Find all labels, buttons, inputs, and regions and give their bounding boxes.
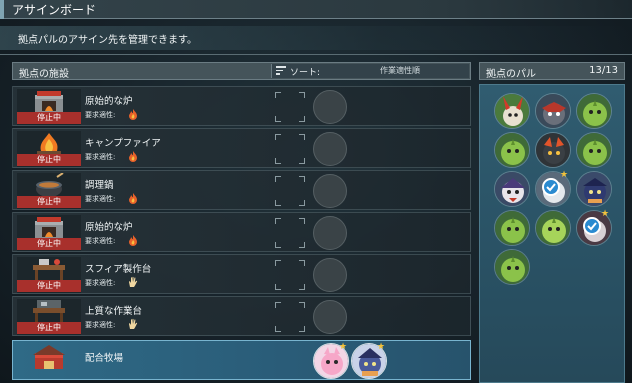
required-skill-label: 要求適性:	[85, 321, 116, 329]
header-divider	[0, 54, 632, 55]
page-description: 拠点パルのアサイン先を管理できます。	[18, 35, 197, 46]
sort-label: ソート:	[290, 68, 321, 78]
pal-panel-title: 拠点のパル	[486, 69, 536, 80]
title-accent	[0, 0, 4, 19]
facility-row-sphere-workbench[interactable]: 停止中 スフィア製作台 要求適性:	[12, 254, 471, 294]
facility-row-primitive-furnace[interactable]: 停止中 原始的な炉 要求適性:	[12, 86, 471, 126]
page-title: アサインボード	[12, 3, 97, 17]
facility-row-cooking-pot[interactable]: 停止中 調理鍋 要求適性:	[12, 170, 471, 210]
pal-avatar[interactable]	[494, 249, 530, 285]
facility-row-campfire[interactable]: 停止中 キャンプファイア 要求適性:	[12, 128, 471, 168]
empty-worker-slot[interactable]	[313, 216, 347, 250]
pal-avatar[interactable]	[535, 132, 571, 168]
facility-name: キャンプファイア	[85, 138, 161, 149]
empty-worker-slot[interactable]	[313, 300, 347, 334]
status-badge: 停止中	[17, 154, 81, 166]
sort-dropdown[interactable]: ソート: 作業適性順	[271, 64, 469, 78]
required-skill-label: 要求適性:	[85, 237, 116, 245]
pal-avatar[interactable]	[576, 171, 612, 207]
pal-avatar[interactable]	[535, 210, 571, 246]
pal-panel-header: 拠点のパル 13/13	[479, 62, 625, 80]
facility-name: 上質な作業台	[85, 306, 143, 317]
breeding-farm-icon	[17, 343, 81, 379]
facility-name: スフィア製作台	[85, 264, 152, 275]
status-badge: 停止中	[17, 322, 81, 334]
required-skill-label: 要求適性:	[85, 153, 116, 161]
fire-icon	[129, 235, 137, 246]
facility-row-quality-workbench[interactable]: 停止中 上質な作業台 要求適性:	[12, 296, 471, 336]
empty-worker-slot[interactable]	[313, 258, 347, 292]
assign-slot-frame[interactable]	[275, 92, 305, 122]
sort-value: 作業適性順	[380, 66, 420, 75]
required-skill-label: 要求適性:	[85, 279, 116, 287]
pal-count: 13/13	[589, 65, 618, 76]
facility-panel-header: 拠点の施設 ソート: 作業適性順	[12, 62, 471, 80]
facility-name: 原始的な炉	[85, 222, 133, 233]
assign-slot-frame[interactable]	[275, 260, 305, 290]
empty-worker-slot[interactable]	[313, 132, 347, 166]
facility-row-breeding-farm[interactable]: 配合牧場 ★ ★	[12, 340, 471, 380]
pal-avatar[interactable]	[494, 210, 530, 246]
facility-list: 停止中 原始的な炉 要求適性: 停止中 キャンプファイア 要求適性: 停止中 調…	[12, 84, 471, 383]
hand-icon	[129, 276, 138, 287]
facility-panel-title: 拠点の施設	[19, 69, 69, 80]
status-badge: 停止中	[17, 196, 81, 208]
facility-name: 配合牧場	[85, 353, 124, 364]
status-badge: 停止中	[17, 280, 81, 292]
description-bar: 拠点パルのアサイン先を管理できます。	[0, 26, 632, 50]
pal-avatar[interactable]	[494, 132, 530, 168]
assigned-check-icon	[583, 217, 601, 235]
assigned-check-icon	[542, 178, 560, 196]
star-icon: ★	[377, 342, 386, 352]
assign-slot-frame[interactable]	[275, 302, 305, 332]
facility-name: 原始的な炉	[85, 96, 133, 107]
required-skill-label: 要求適性:	[85, 195, 116, 203]
assign-slot-frame[interactable]	[275, 176, 305, 206]
assign-slot-frame[interactable]	[275, 218, 305, 248]
pal-avatar[interactable]	[535, 93, 571, 129]
star-icon: ★	[601, 209, 610, 219]
pal-panel: ★ ★	[479, 84, 625, 383]
pal-avatar[interactable]	[576, 132, 612, 168]
empty-worker-slot[interactable]	[313, 90, 347, 124]
facility-name: 調理鍋	[85, 180, 114, 191]
fire-icon	[129, 151, 137, 162]
hand-icon	[129, 318, 138, 329]
required-skill-label: 要求適性:	[85, 111, 116, 119]
star-icon: ★	[339, 342, 348, 352]
sort-icon	[276, 66, 286, 76]
status-badge: 停止中	[17, 112, 81, 124]
assign-slot-frame[interactable]	[275, 134, 305, 164]
pal-avatar[interactable]	[494, 171, 530, 207]
facility-row-primitive-furnace-2[interactable]: 停止中 原始的な炉 要求適性:	[12, 212, 471, 252]
fire-icon	[129, 193, 137, 204]
pal-avatar[interactable]	[494, 93, 530, 129]
title-bar: アサインボード	[0, 0, 632, 19]
fire-icon	[129, 109, 137, 120]
status-badge: 停止中	[17, 238, 81, 250]
star-icon: ★	[560, 170, 569, 180]
empty-worker-slot[interactable]	[313, 174, 347, 208]
pal-avatar[interactable]	[576, 93, 612, 129]
